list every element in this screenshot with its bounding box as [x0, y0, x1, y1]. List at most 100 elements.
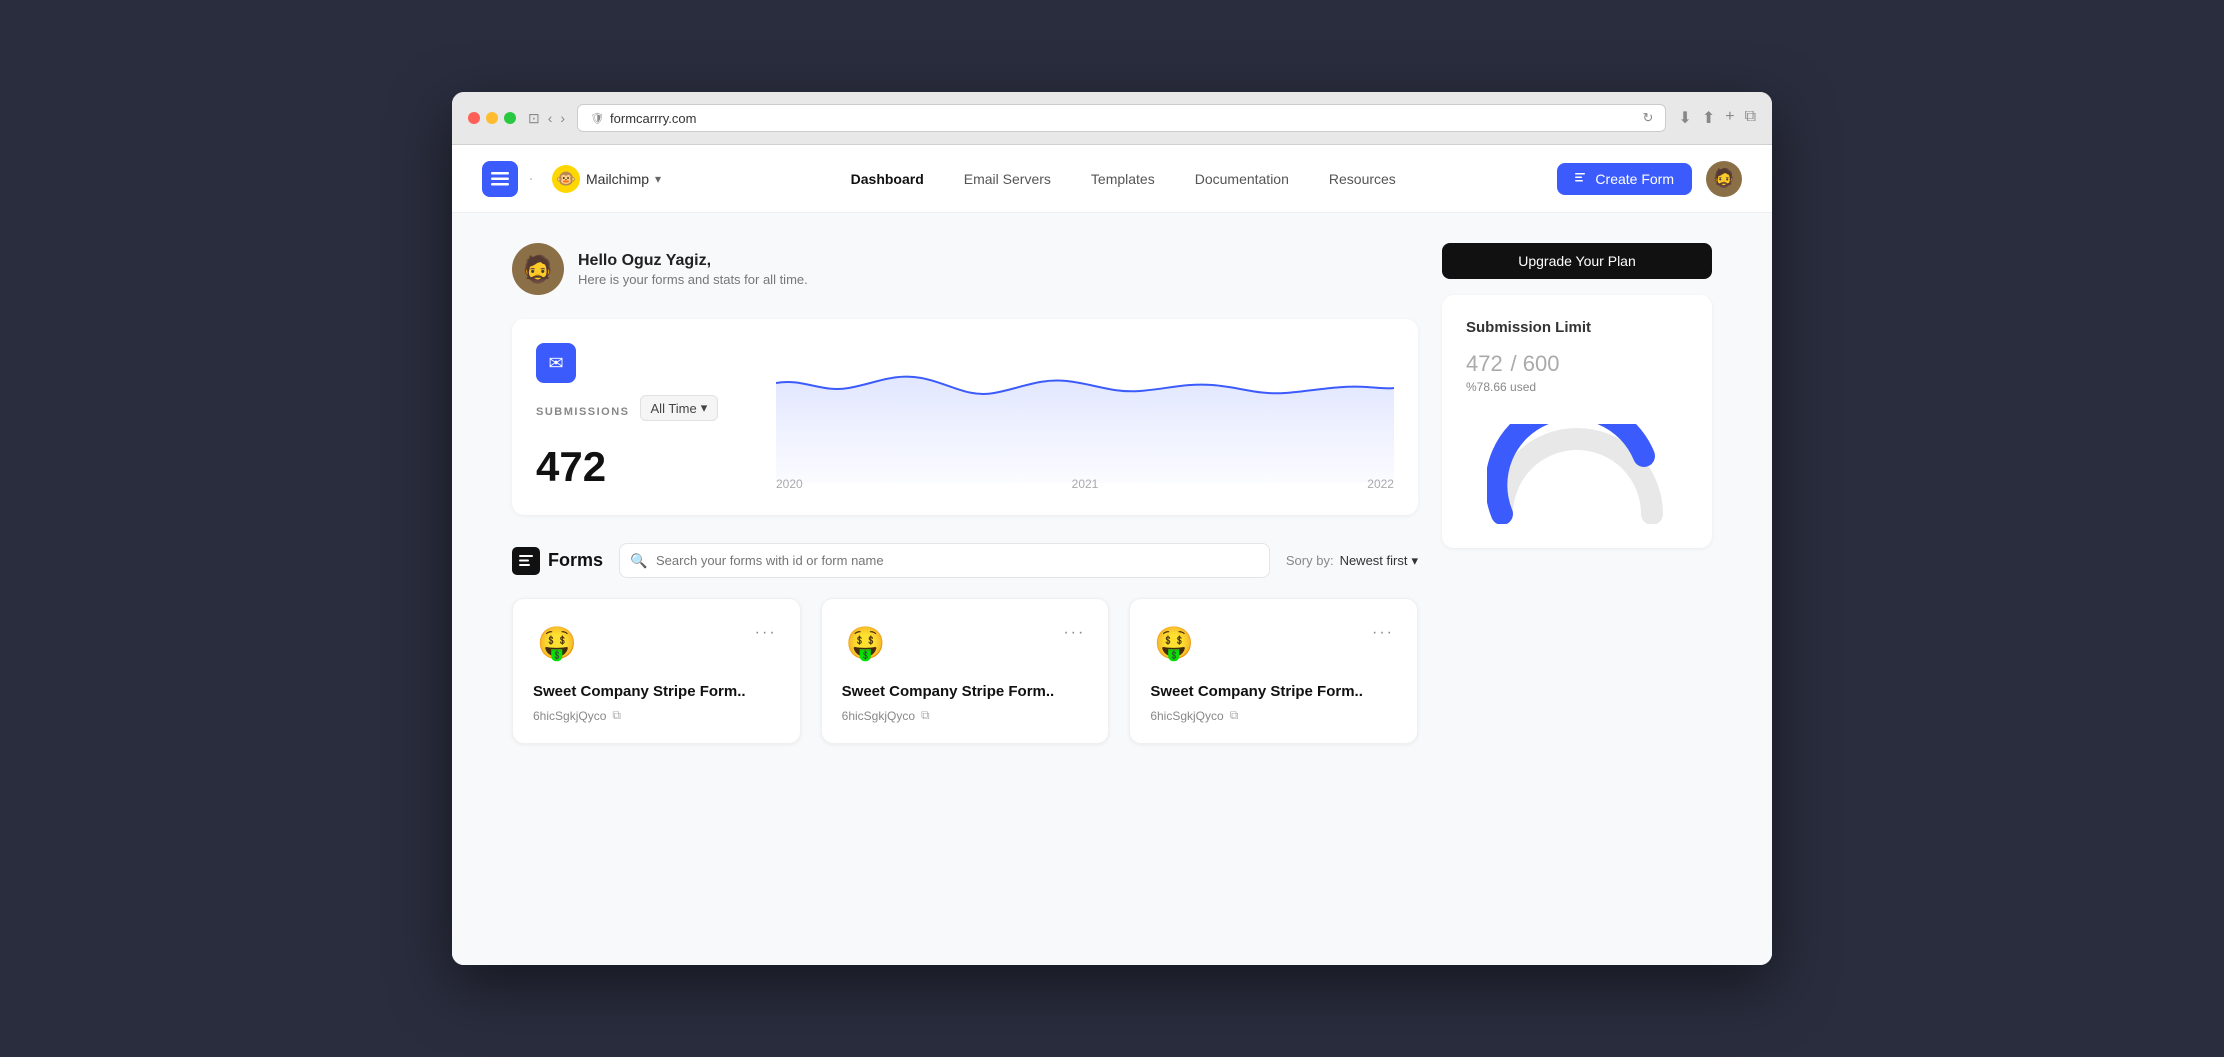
stats-filter-dropdown[interactable]: All Time ▾ [640, 395, 719, 421]
back-icon[interactable]: ‹ [548, 110, 553, 127]
sort-area: Sory by: Newest first ▾ [1286, 553, 1418, 569]
form-card-header: 🤑 ··· [1150, 619, 1397, 667]
gauge-svg [1487, 424, 1667, 524]
form-card-menu-button[interactable]: ··· [752, 619, 780, 647]
nav-right: Create Form 🧔 [1557, 161, 1742, 197]
sort-chevron-icon: ▾ [1411, 553, 1418, 569]
upgrade-plan-button[interactable]: Upgrade Your Plan [1442, 243, 1712, 279]
greeting-subtitle: Here is your forms and stats for all tim… [578, 272, 808, 287]
sort-label: Sory by: [1286, 553, 1334, 568]
chart-area: 2020 2021 2022 [756, 343, 1394, 491]
create-form-icon [1575, 172, 1589, 186]
main-content: 🧔 Hello Oguz Yagiz, Here is your forms a… [452, 213, 1772, 965]
traffic-lights [468, 112, 516, 124]
url-text: formcarrry.com [610, 111, 696, 126]
logo-area: · 🐵 Mailchimp ▾ [482, 161, 669, 197]
browser-actions: ⬇ ⬆ + ⧉ [1678, 108, 1756, 128]
stats-label: SUBMISSIONS [536, 406, 630, 418]
filter-chevron-icon: ▾ [701, 400, 708, 416]
submissions-chart [776, 343, 1394, 483]
plan-title: Submission Limit [1466, 319, 1591, 336]
forms-section-icon [512, 547, 540, 575]
download-icon[interactable]: ⬇ [1678, 108, 1691, 128]
nav-link-documentation[interactable]: Documentation [1179, 165, 1305, 193]
search-input[interactable] [619, 543, 1270, 578]
lock-icon: 🛡 [590, 112, 604, 125]
right-sidebar: Upgrade Your Plan Submission Limit 472 /… [1442, 243, 1712, 935]
maximize-button[interactable] [504, 112, 516, 124]
form-id-row: 6hicSgkjQyco ⧉ [1150, 708, 1397, 723]
forms-title-area: Forms [512, 547, 603, 575]
form-id-text: 6hicSgkjQyco [842, 709, 915, 723]
chevron-down-icon: ▾ [655, 172, 661, 186]
greeting-avatar: 🧔 [512, 243, 564, 295]
form-id-row: 6hicSgkjQyco ⧉ [842, 708, 1089, 723]
nav-link-resources[interactable]: Resources [1313, 165, 1412, 193]
reload-icon[interactable]: ↻ [1643, 110, 1654, 126]
create-form-button[interactable]: Create Form [1557, 163, 1692, 195]
app-logo-icon[interactable] [482, 161, 518, 197]
sort-select-dropdown[interactable]: Newest first ▾ [1340, 553, 1418, 569]
stats-left: ✉ SUBMISSIONS All Time ▾ 472 [536, 343, 756, 491]
form-card-name: Sweet Company Stripe Form.. [1150, 683, 1397, 700]
greeting-text: Hello Oguz Yagiz, Here is your forms and… [578, 252, 808, 287]
nav-links: Dashboard Email Servers Templates Docume… [689, 165, 1557, 193]
stats-filter-value: All Time [651, 401, 697, 416]
stats-icon: ✉ [536, 343, 576, 383]
forward-icon[interactable]: › [560, 110, 565, 127]
browser-nav-icons: ⊡ ‹ › [528, 110, 565, 127]
copy-id-icon[interactable]: ⧉ [612, 708, 621, 723]
account-name: Mailchimp [586, 171, 649, 187]
copy-id-icon[interactable]: ⧉ [921, 708, 930, 723]
form-card-menu-button[interactable]: ··· [1369, 619, 1397, 647]
left-content: 🧔 Hello Oguz Yagiz, Here is your forms a… [512, 243, 1418, 935]
form-id-row: 6hicSgkjQyco ⧉ [533, 708, 780, 723]
share-icon[interactable]: ⬆ [1702, 108, 1715, 128]
app-content: · 🐵 Mailchimp ▾ Dashboard Email Servers … [452, 145, 1772, 965]
sort-value: Newest first [1340, 553, 1408, 568]
form-card-icon: 🤑 [842, 619, 890, 667]
form-card-header: 🤑 ··· [533, 619, 780, 667]
gauge-chart [1466, 414, 1688, 524]
form-id-text: 6hicSgkjQyco [1150, 709, 1223, 723]
nav-link-email-servers[interactable]: Email Servers [948, 165, 1067, 193]
forms-section-header: Forms 🔍 Sory by: Newest first ▾ [512, 543, 1418, 578]
greeting-section: 🧔 Hello Oguz Yagiz, Here is your forms a… [512, 243, 1418, 295]
chart-labels: 2020 2021 2022 [776, 477, 1394, 491]
form-card-icon: 🤑 [533, 619, 581, 667]
upgrade-wrapper: Upgrade Your Plan [1442, 243, 1712, 279]
new-tab-icon[interactable]: + [1725, 108, 1734, 128]
form-card-name: Sweet Company Stripe Form.. [842, 683, 1089, 700]
user-avatar[interactable]: 🧔 [1706, 161, 1742, 197]
address-bar[interactable]: 🛡 formcarrry.com ↻ [577, 104, 1666, 132]
form-card-menu-button[interactable]: ··· [1060, 619, 1088, 647]
form-card[interactable]: 🤑 ··· Sweet Company Stripe Form.. 6hicSg… [512, 598, 801, 744]
minimize-button[interactable] [486, 112, 498, 124]
forms-grid: 🤑 ··· Sweet Company Stripe Form.. 6hicSg… [512, 598, 1418, 744]
form-card-icon: 🤑 [1150, 619, 1198, 667]
nav-link-dashboard[interactable]: Dashboard [835, 165, 940, 193]
copy-id-icon[interactable]: ⧉ [1230, 708, 1239, 723]
chart-label-2020: 2020 [776, 477, 803, 491]
plan-used-text: %78.66 used [1466, 380, 1688, 394]
sidebar-toggle-icon[interactable]: ⊡ [528, 110, 540, 127]
forms-title: Forms [548, 550, 603, 571]
form-card-name: Sweet Company Stripe Form.. [533, 683, 780, 700]
create-form-label: Create Form [1595, 171, 1674, 187]
plan-card-header: Submission Limit [1466, 319, 1688, 336]
nav-link-templates[interactable]: Templates [1075, 165, 1171, 193]
form-card[interactable]: 🤑 ··· Sweet Company Stripe Form.. 6hicSg… [821, 598, 1110, 744]
tabs-icon[interactable]: ⧉ [1745, 108, 1756, 128]
close-button[interactable] [468, 112, 480, 124]
chart-label-2022: 2022 [1367, 477, 1394, 491]
top-nav: · 🐵 Mailchimp ▾ Dashboard Email Servers … [452, 145, 1772, 213]
search-bar[interactable]: 🔍 [619, 543, 1270, 578]
form-card[interactable]: 🤑 ··· Sweet Company Stripe Form.. 6hicSg… [1129, 598, 1418, 744]
plan-card: Submission Limit 472 / 600 %78.66 used [1442, 295, 1712, 548]
form-id-text: 6hicSgkjQyco [533, 709, 606, 723]
account-selector[interactable]: 🐵 Mailchimp ▾ [544, 161, 669, 197]
stats-count: 472 [536, 443, 756, 491]
stats-card: ✉ SUBMISSIONS All Time ▾ 472 [512, 319, 1418, 515]
browser-chrome: ⊡ ‹ › 🛡 formcarrry.com ↻ ⬇ ⬆ + ⧉ [452, 92, 1772, 145]
greeting-name: Hello Oguz Yagiz, [578, 252, 808, 270]
